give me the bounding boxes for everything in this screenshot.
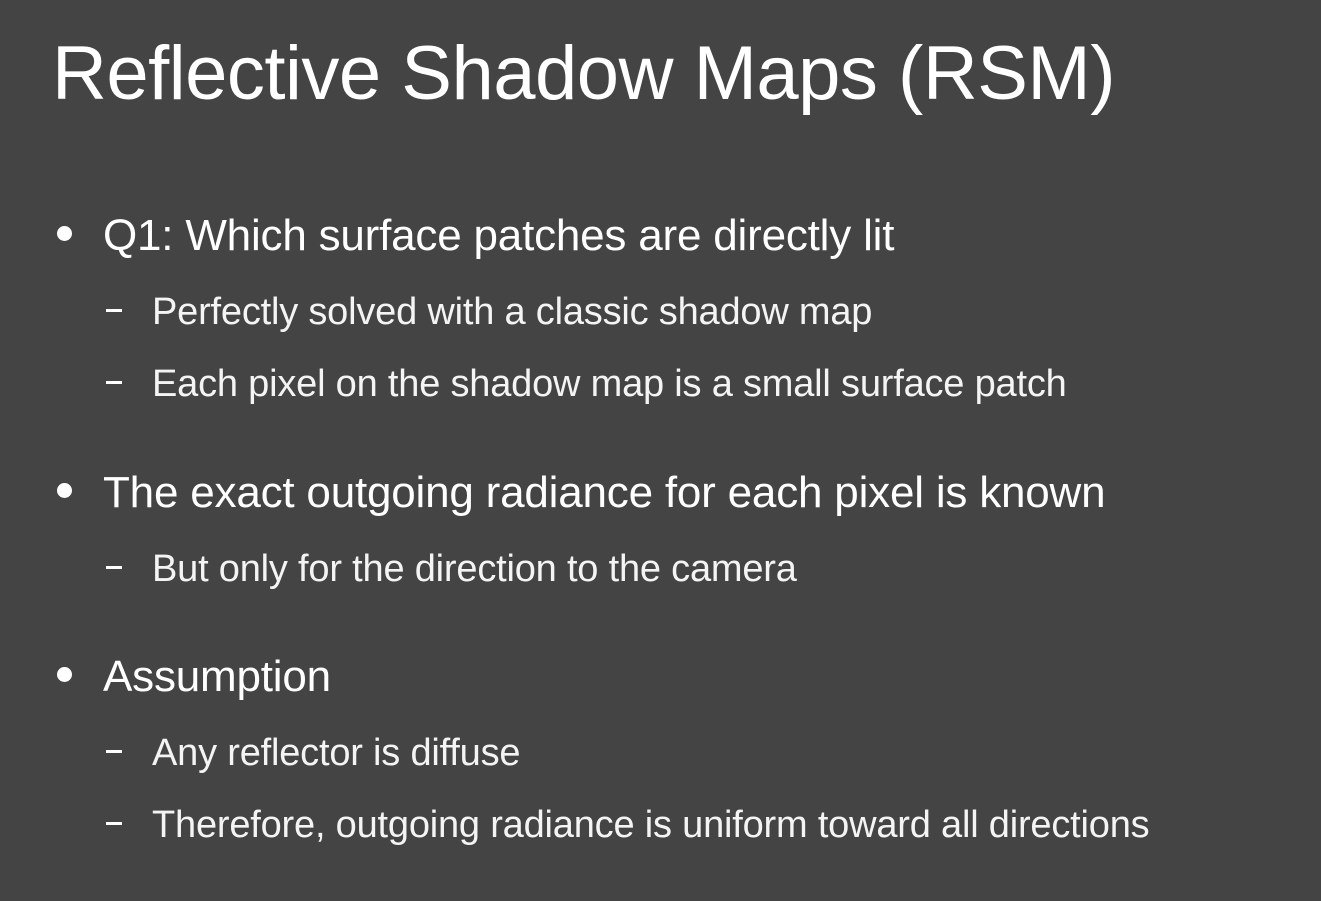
sub-bullet-text: But only for the direction to the camera	[152, 548, 797, 590]
dash-icon	[106, 381, 122, 384]
bullet-dot-icon	[57, 667, 72, 682]
dash-icon	[106, 566, 122, 569]
bullet-list: Q1: Which surface patches are directly l…	[0, 0, 1321, 901]
bullet-dot-icon	[57, 483, 72, 498]
bullet-text: Q1: Which surface patches are directly l…	[103, 211, 895, 260]
bullet-dot-icon	[57, 226, 72, 241]
sub-bullet-text: Any reflector is diffuse	[152, 732, 521, 774]
bullet-text: Assumption	[103, 652, 331, 701]
dash-icon	[106, 750, 122, 753]
bullet-text: The exact outgoing radiance for each pix…	[103, 468, 1106, 517]
dash-icon	[106, 822, 122, 825]
sub-bullet-text: Each pixel on the shadow map is a small …	[152, 363, 1067, 405]
sub-bullet-text: Therefore, outgoing radiance is uniform …	[152, 804, 1150, 846]
sub-bullet-text: Perfectly solved with a classic shadow m…	[152, 291, 873, 333]
dash-icon	[106, 309, 122, 312]
